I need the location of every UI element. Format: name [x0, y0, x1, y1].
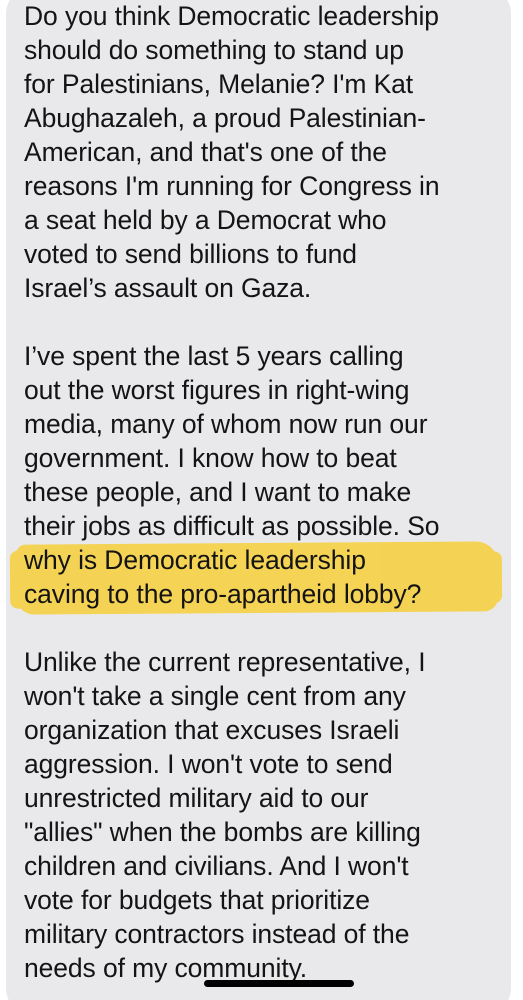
message-line: a seat held by a Democrat who	[24, 205, 387, 235]
message-paragraph-1: Do you think Democratic leadership shoul…	[24, 0, 514, 305]
message-screen: Do you think Democratic leadership shoul…	[0, 0, 523, 1000]
message-line: reasons I'm running for Congress in	[24, 171, 440, 201]
message-line: unrestricted military aid to our	[24, 783, 369, 813]
message-line: organization that excuses Israeli	[24, 715, 400, 745]
message-line: government. I know how to beat	[24, 443, 397, 473]
message-line: children and civilians. And I won't	[24, 851, 409, 881]
message-line: Do you think Democratic leadership	[24, 1, 439, 31]
message-paragraph-2: I’ve spent the last 5 years calling out …	[24, 339, 514, 611]
message-line: I’ve spent the last 5 years calling	[24, 341, 404, 371]
message-line: Israel’s assault on Gaza.	[24, 273, 312, 303]
message-paragraph-3: Unlike the current representative, I won…	[24, 645, 514, 985]
message-line: Abughazaleh, a proud Palestinian-	[24, 103, 426, 133]
message-line: aggression. I won't vote to send	[24, 749, 393, 779]
message-line: these people, and I want to make	[24, 477, 412, 507]
message-line: their jobs as difficult as possible. So	[24, 511, 440, 541]
message-line: for Palestinians, Melanie? I'm Kat	[24, 69, 414, 99]
message-line: "allies" when the bombs are killing	[24, 817, 421, 847]
message-line: won't take a single cent from any	[24, 681, 406, 711]
message-line: out the worst figures in right-wing	[24, 375, 410, 405]
message-text: Do you think Democratic leadership shoul…	[24, 0, 514, 1000]
message-line: military contractors instead of the	[24, 919, 410, 949]
home-indicator[interactable]	[204, 980, 354, 987]
highlighted-line: why is Democratic leadership	[24, 545, 366, 575]
highlighted-line: caving to the pro-apartheid lobby?	[24, 579, 422, 609]
message-line: vote for budgets that prioritize	[24, 885, 370, 915]
message-line: American, and that's one of the	[24, 137, 387, 167]
message-line: media, many of whom now run our	[24, 409, 428, 439]
message-line: Unlike the current representative, I	[24, 647, 426, 677]
message-line: should do something to stand up	[24, 35, 404, 65]
message-line: voted to send billions to fund	[24, 239, 357, 269]
